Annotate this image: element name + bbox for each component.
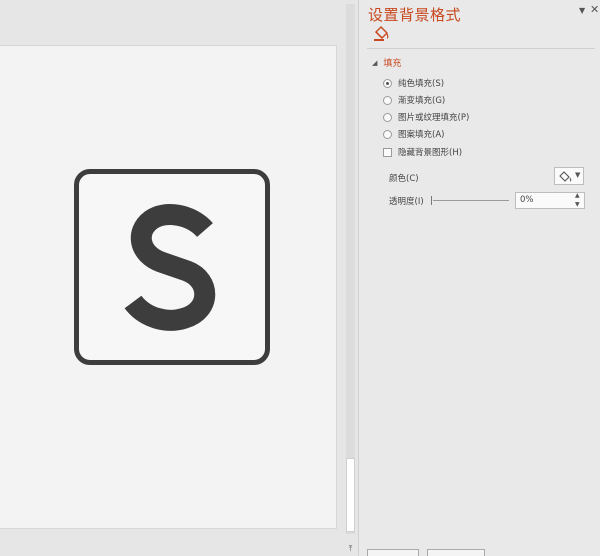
close-icon[interactable]: ✕: [590, 3, 599, 16]
paint-bucket-icon[interactable]: [372, 25, 390, 43]
paint-bucket-icon: [559, 171, 572, 182]
slide-editing-area: [0, 0, 344, 556]
radio-picture-fill[interactable]: 图片或纹理填充(P): [383, 111, 469, 123]
chevron-down-icon[interactable]: ▼: [579, 6, 585, 15]
radio-label: 图片或纹理填充(P): [398, 113, 470, 123]
radio-button[interactable]: [383, 78, 392, 88]
pane-bottom-button-1[interactable]: [367, 549, 419, 556]
spin-up-icon[interactable]: ▲: [575, 192, 580, 199]
tab-divider: [367, 48, 595, 49]
logo-letter-s: [124, 204, 216, 331]
collapse-triangle-icon[interactable]: ◢: [372, 59, 377, 67]
radio-label: 纯色填充(S): [398, 79, 445, 89]
hide-background-graphics-checkbox[interactable]: 隐藏背景图形(H): [383, 146, 462, 158]
radio-button[interactable]: [383, 129, 392, 139]
chevron-down-icon[interactable]: ▼: [575, 171, 580, 179]
spin-down-icon[interactable]: ▼: [575, 201, 580, 208]
radio-solid-fill[interactable]: 纯色填充(S): [383, 77, 444, 89]
radio-label: 渐变填充(G): [398, 96, 446, 106]
transparency-slider[interactable]: [433, 200, 509, 201]
radio-pattern-fill[interactable]: 图案填充(A): [383, 128, 444, 140]
slide[interactable]: [0, 46, 336, 528]
pane-title: 设置背景格式: [368, 6, 462, 24]
fill-section-label: 填充: [383, 59, 402, 69]
radio-label: 图案填充(A): [398, 130, 445, 140]
scrollbar-thumb[interactable]: [346, 458, 355, 532]
format-background-pane: 设置背景格式 ▼ ✕ ◢ 填充 纯色填充(S) 渐变填充(G) 图片或纹理填充(…: [358, 0, 600, 556]
checkbox-label: 隐藏背景图形(H): [398, 148, 463, 158]
radio-button[interactable]: [383, 112, 392, 122]
scroll-top-icon[interactable]: ⤒: [345, 543, 356, 554]
transparency-label: 透明度(I): [389, 197, 424, 207]
fill-section-header[interactable]: ◢ 填充: [372, 56, 402, 70]
color-label: 颜色(C): [389, 174, 419, 184]
pane-bottom-button-2[interactable]: [427, 549, 485, 556]
slider-handle[interactable]: [431, 196, 432, 205]
checkbox[interactable]: [383, 147, 392, 157]
logo-s-shape[interactable]: [74, 169, 270, 365]
vertical-scrollbar[interactable]: ⤒: [344, 0, 356, 556]
scrollbar-track[interactable]: [346, 4, 355, 534]
radio-button[interactable]: [383, 95, 392, 105]
radio-gradient-fill[interactable]: 渐变填充(G): [383, 94, 445, 106]
color-picker-button[interactable]: ▼: [554, 167, 584, 185]
